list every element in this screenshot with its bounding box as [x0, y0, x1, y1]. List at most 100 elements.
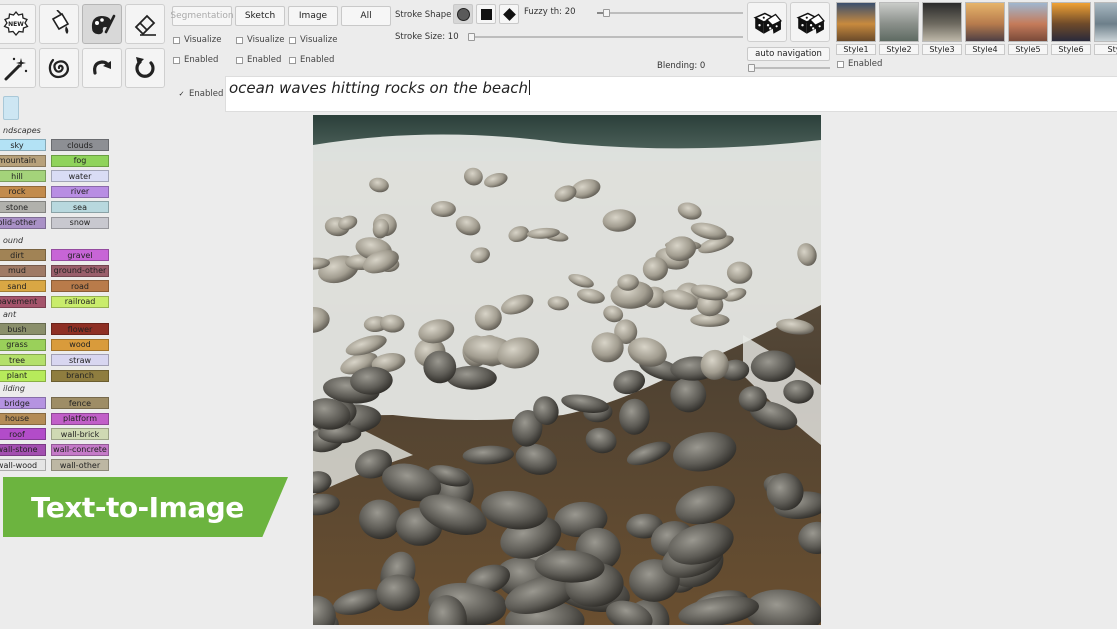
- label-wall-brick[interactable]: wall-brick: [51, 428, 109, 440]
- generated-image[interactable]: [313, 115, 821, 625]
- stroke-shape-circle[interactable]: [453, 4, 473, 24]
- enabled-image-checkbox[interactable]: Enabled: [289, 55, 334, 65]
- all-button[interactable]: All: [341, 6, 391, 26]
- visualize-segmentation-checkbox[interactable]: Visualize: [173, 35, 221, 45]
- enabled-segmentation-checkbox[interactable]: Enabled: [173, 55, 218, 65]
- image-button[interactable]: Image: [288, 6, 338, 26]
- label-platform[interactable]: platform: [51, 412, 109, 425]
- style-label-button[interactable]: Style4: [965, 44, 1005, 55]
- visualize-sketch-checkbox[interactable]: Visualize: [236, 35, 284, 45]
- label-branch[interactable]: branch: [51, 369, 109, 382]
- label-fence[interactable]: fence: [51, 397, 109, 409]
- label-road[interactable]: road: [51, 280, 109, 292]
- spiral-button[interactable]: [39, 48, 79, 88]
- redo-button[interactable]: [82, 48, 122, 88]
- style-option-6[interactable]: Style6: [1051, 2, 1091, 55]
- label-olid-other[interactable]: olid-other: [0, 216, 46, 229]
- style-option-5[interactable]: Style5: [1008, 2, 1048, 55]
- checkbox-box[interactable]: [173, 56, 180, 64]
- style-label-button[interactable]: Style2: [879, 44, 919, 55]
- magic-wand-button[interactable]: [0, 48, 36, 88]
- label-stone[interactable]: stone: [0, 201, 46, 213]
- label-gravel[interactable]: gravel: [51, 249, 109, 261]
- label-river[interactable]: river: [51, 185, 109, 198]
- label-tree[interactable]: tree: [0, 354, 46, 366]
- label-sea[interactable]: sea: [51, 201, 109, 213]
- label-wall-stone[interactable]: wall-stone: [0, 443, 46, 456]
- style-thumbnail[interactable]: [965, 2, 1005, 42]
- slider-thumb[interactable]: [748, 64, 755, 72]
- enabled-style-checkbox[interactable]: Enabled: [837, 59, 882, 69]
- text-prompt-input[interactable]: ocean waves hitting rocks on the beach: [225, 76, 1117, 112]
- style-label-button[interactable]: Style6: [1051, 44, 1091, 55]
- label-wall-concrete[interactable]: wall-concrete: [51, 443, 109, 456]
- label-roof[interactable]: roof: [0, 428, 46, 440]
- checkbox-box[interactable]: [837, 60, 844, 68]
- label-house[interactable]: house: [0, 412, 46, 425]
- style-thumbnail[interactable]: [922, 2, 962, 42]
- checkbox-box[interactable]: [173, 36, 180, 44]
- fuzzy-threshold-slider[interactable]: [597, 9, 743, 17]
- enabled-text-checkbox[interactable]: ✓ Enabled: [178, 89, 224, 99]
- style-label-button[interactable]: Style5: [1008, 44, 1048, 55]
- label-bush[interactable]: bush: [0, 323, 46, 335]
- label-mountain[interactable]: mountain: [0, 154, 46, 167]
- style-label-button[interactable]: Style3: [922, 44, 962, 55]
- label-grass[interactable]: grass: [0, 338, 46, 351]
- style-thumbnail[interactable]: [836, 2, 876, 42]
- style-thumbnail[interactable]: [879, 2, 919, 42]
- color-palette-swatch[interactable]: [3, 96, 19, 120]
- label-fog[interactable]: fog: [51, 154, 109, 167]
- label-straw[interactable]: straw: [51, 354, 109, 366]
- label-railroad[interactable]: railroad: [51, 295, 109, 308]
- label-snow[interactable]: snow: [51, 216, 109, 229]
- random-dice-button-1[interactable]: [747, 2, 787, 42]
- checkbox-box[interactable]: [289, 36, 296, 44]
- style-label-button[interactable]: Style1: [836, 44, 876, 55]
- style-thumbnail[interactable]: [1094, 2, 1117, 42]
- label-rock[interactable]: rock: [0, 185, 46, 198]
- blending-slider[interactable]: [748, 64, 830, 72]
- enabled-sketch-checkbox[interactable]: Enabled: [236, 55, 281, 65]
- style-option-4[interactable]: Style4: [965, 2, 1005, 55]
- slider-thumb[interactable]: [603, 9, 610, 17]
- segmentation-button[interactable]: Segmentation: [170, 6, 234, 26]
- style-option-3[interactable]: Style3: [922, 2, 962, 55]
- stroke-shape-square[interactable]: [476, 4, 496, 24]
- label-ground-other[interactable]: ground-other: [51, 264, 109, 277]
- eraser-button[interactable]: [125, 4, 165, 44]
- checkbox-box[interactable]: [236, 36, 243, 44]
- style-option-1[interactable]: Style1: [836, 2, 876, 55]
- sketch-button[interactable]: Sketch: [235, 6, 285, 26]
- style-option-2[interactable]: Style2: [879, 2, 919, 55]
- label-wall-other[interactable]: wall-other: [51, 459, 109, 471]
- checkbox-box[interactable]: ✓: [178, 90, 185, 98]
- style-label-button[interactable]: Sty: [1094, 44, 1117, 55]
- label-sky[interactable]: sky: [0, 139, 46, 151]
- label-sand[interactable]: sand: [0, 280, 46, 292]
- label-pavement[interactable]: pavement: [0, 295, 46, 308]
- stroke-size-slider[interactable]: [468, 33, 743, 41]
- label-clouds[interactable]: clouds: [51, 139, 109, 151]
- label-plant[interactable]: plant: [0, 369, 46, 382]
- label-flower[interactable]: flower: [51, 323, 109, 335]
- label-bridge[interactable]: bridge: [0, 397, 46, 409]
- label-mud[interactable]: mud: [0, 264, 46, 277]
- auto-navigation-button[interactable]: auto navigation: [747, 47, 830, 61]
- visualize-image-checkbox[interactable]: Visualize: [289, 35, 337, 45]
- new-canvas-button[interactable]: NEW: [0, 4, 36, 44]
- label-wall-wood[interactable]: wall-wood: [0, 459, 46, 471]
- brush-tool-button[interactable]: [82, 4, 122, 44]
- style-thumbnail[interactable]: [1008, 2, 1048, 42]
- checkbox-box[interactable]: [289, 56, 296, 64]
- style-option-7[interactable]: Sty: [1094, 2, 1117, 55]
- style-thumbnail[interactable]: [1051, 2, 1091, 42]
- slider-thumb[interactable]: [468, 33, 475, 41]
- label-wood[interactable]: wood: [51, 338, 109, 351]
- refresh-button[interactable]: [125, 48, 165, 88]
- fill-bucket-button[interactable]: [39, 4, 79, 44]
- random-dice-button-2[interactable]: [790, 2, 830, 42]
- checkbox-box[interactable]: [236, 56, 243, 64]
- label-water[interactable]: water: [51, 170, 109, 182]
- label-hill[interactable]: hill: [0, 170, 46, 182]
